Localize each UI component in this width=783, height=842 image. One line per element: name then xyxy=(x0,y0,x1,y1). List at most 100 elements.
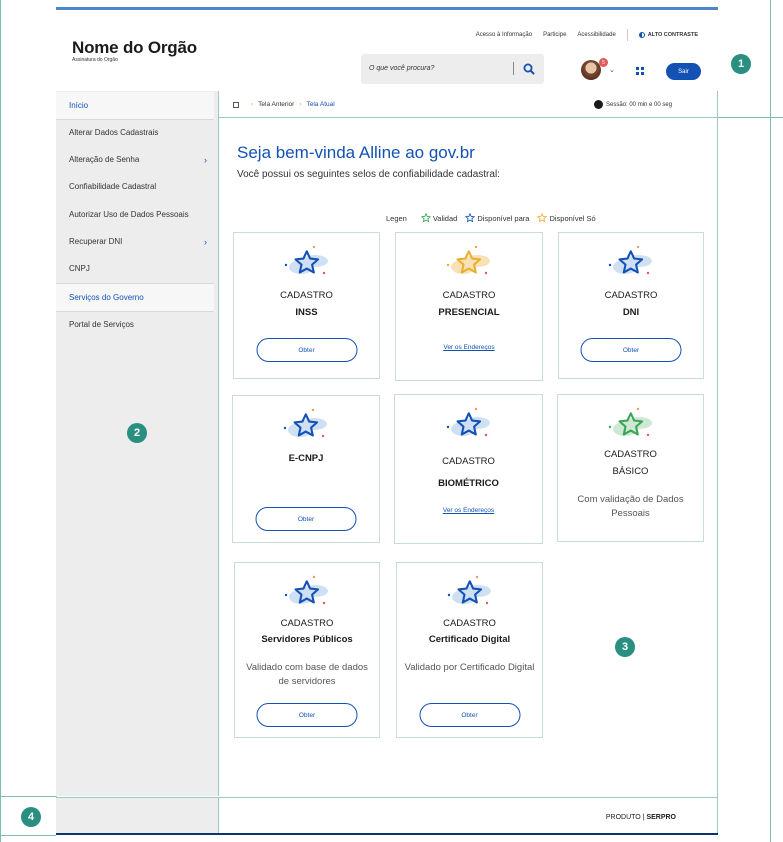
seal-subtitle: Servidores Públicos xyxy=(261,634,353,645)
obter-button[interactable]: Obter xyxy=(419,703,520,727)
legend-item: Disponível para xyxy=(465,213,529,223)
guide-line xyxy=(0,796,56,797)
footer-brand: PRODUTO | SERPRO xyxy=(606,814,676,821)
org-subtitle: Assinatura do Orgão xyxy=(72,57,118,63)
seal-subtitle: BÁSICO xyxy=(612,466,649,477)
guide-line xyxy=(770,0,771,842)
search-input[interactable]: O que você procura? xyxy=(369,65,434,72)
header: Nome do Orgão Assinatura do Orgão Acesso… xyxy=(56,10,718,91)
link-acesso-informacao[interactable]: Acesso à Informação xyxy=(476,32,532,38)
star-icon xyxy=(420,213,431,223)
contrast-toggle[interactable]: ALTO CONTRASTE xyxy=(638,32,698,38)
ver-enderecos-link[interactable]: Ver os Endereços xyxy=(396,344,542,351)
obter-button[interactable]: Obter xyxy=(255,507,357,531)
logout-button[interactable]: Sair xyxy=(666,63,701,80)
sidebar-item-servicos-governo[interactable]: Serviços do Governo xyxy=(56,284,214,311)
legend-item-label: Disponível para xyxy=(477,213,530,223)
sidebar-item-autorizar-uso[interactable]: Autorizar Uso de Dados Pessoais xyxy=(56,201,214,228)
divider xyxy=(626,29,628,41)
seal-title: E-CNPJ xyxy=(288,453,324,464)
page: Nome do Orgão Assinatura do Orgão Acesso… xyxy=(0,0,783,842)
obter-button[interactable]: Obter xyxy=(256,338,357,362)
breadcrumb: › Tela Anterior › Tela Atual xyxy=(233,101,335,108)
seal-star-icon xyxy=(446,407,490,437)
seal-card: CADASTRO BIOMÉTRICO Ver os Endereços xyxy=(394,394,543,544)
seal-title: CADASTRO xyxy=(280,618,334,629)
seal-star-icon xyxy=(283,408,327,438)
top-links: Acesso à Informação Participe Acessibili… xyxy=(465,29,698,41)
seal-card: CADASTRO INSS Obter xyxy=(233,232,380,379)
seal-title: CADASTRO xyxy=(442,456,495,467)
star-icon xyxy=(465,213,476,223)
seal-title: CADASTRO xyxy=(604,290,658,301)
seal-star-icon xyxy=(608,245,652,275)
seal-description: Validado por Certificado Digital xyxy=(404,662,535,673)
breadcrumb-current: Tela Atual xyxy=(306,101,335,108)
chevron-right-icon: › xyxy=(204,236,207,247)
clock-icon xyxy=(594,100,603,109)
annotation-marker: 2 xyxy=(127,423,147,443)
apps-grid-icon[interactable] xyxy=(636,67,644,75)
guide-line xyxy=(0,0,1,842)
breadcrumb-previous[interactable]: Tela Anterior xyxy=(258,101,294,108)
page-subtitle: Você possui os seguintes selos de confia… xyxy=(237,169,500,180)
bottom-bar xyxy=(56,833,718,835)
seal-star-icon xyxy=(608,407,652,437)
seal-subtitle: DNI xyxy=(622,307,640,318)
annotation-marker: 3 xyxy=(615,637,635,657)
search-bar[interactable]: O que você procura? xyxy=(361,54,544,84)
session-text: Sessão: 00 min e 00 seg xyxy=(606,101,673,108)
search-icon[interactable] xyxy=(522,62,536,76)
legend-item: Disponível Só xyxy=(537,213,596,223)
session-timer: Sessão: 00 min e 00 seg xyxy=(594,100,672,109)
star-icon xyxy=(537,213,548,223)
footer-brand-name: SERPRO xyxy=(646,814,676,821)
divider xyxy=(513,62,514,75)
annotation-marker: 4 xyxy=(21,807,41,827)
footer-brand-prefix: PRODUTO | xyxy=(605,814,645,821)
seal-subtitle: PRESENCIAL xyxy=(438,307,500,318)
footer: PRODUTO | SERPRO xyxy=(56,797,718,835)
sidebar-item-label: Alteração de Senha xyxy=(69,155,140,164)
chevron-right-icon: › xyxy=(299,101,302,108)
chevron-down-icon[interactable]: ⌄ xyxy=(609,66,615,74)
link-participe[interactable]: Participe xyxy=(543,32,566,38)
seal-star-icon xyxy=(284,575,328,605)
obter-button[interactable]: Obter xyxy=(580,338,682,362)
sidebar-item-confiabilidade[interactable]: Confiabilidade Cadastral xyxy=(56,173,214,200)
sidebar-item-inicio[interactable]: Início xyxy=(56,92,214,119)
seal-description: Com validação de Dados Pessoais xyxy=(577,494,684,519)
sidebar-item-alteracao-senha[interactable]: Alteração de Senha › xyxy=(56,146,214,173)
home-icon[interactable] xyxy=(233,101,239,108)
seal-subtitle: Certificado Digital xyxy=(428,634,511,645)
sidebar-item-cnpj[interactable]: CNPJ xyxy=(56,255,214,282)
sidebar-item-label: Confiabilidade Cadastral xyxy=(69,182,157,191)
divider xyxy=(219,117,718,118)
sidebar-item-label: Início xyxy=(69,101,89,110)
sidebar-item-alterar-dados[interactable]: Alterar Dados Cadastrais xyxy=(56,119,214,146)
annotation-marker: 1 xyxy=(731,54,751,74)
avatar[interactable] xyxy=(581,60,601,80)
ver-enderecos-link[interactable]: Ver os Endereços xyxy=(395,507,542,514)
seal-description: Validado com base de dados de servidores xyxy=(246,662,368,687)
seal-title: CADASTRO xyxy=(280,290,333,301)
sidebar-item-label: CNPJ xyxy=(69,264,90,273)
guide-line xyxy=(718,117,783,118)
legend-item: Validad xyxy=(420,213,457,223)
link-acessibilidade[interactable]: Acessibilidade xyxy=(577,32,615,38)
legend-label: Legen xyxy=(386,213,407,223)
sidebar-item-label: Alterar Dados Cadastrais xyxy=(69,128,159,137)
seal-card: CADASTRO Certificado Digital Validado por … xyxy=(396,562,543,738)
seal-subtitle: INSS xyxy=(295,307,318,318)
seal-title: CADASTRO xyxy=(442,290,496,301)
obter-button[interactable]: Obter xyxy=(256,703,358,727)
org-name[interactable]: Nome do Orgão xyxy=(72,38,197,58)
seal-card: CADASTRO DNI Obter xyxy=(558,232,704,379)
seal-card: E-CNPJ Obter xyxy=(232,395,380,543)
sidebar-item-recuperar-dni[interactable]: Recuperar DNI › xyxy=(56,228,214,255)
seal-title: CADASTRO xyxy=(443,618,496,629)
sidebar-item-portal-servicos[interactable]: Portal de Serviços xyxy=(56,311,214,338)
legend-item-label: Disponível Só xyxy=(549,213,596,223)
seal-star-icon xyxy=(447,575,491,605)
seal-card: CADASTRO Servidores Públicos Validado com … xyxy=(234,562,380,738)
